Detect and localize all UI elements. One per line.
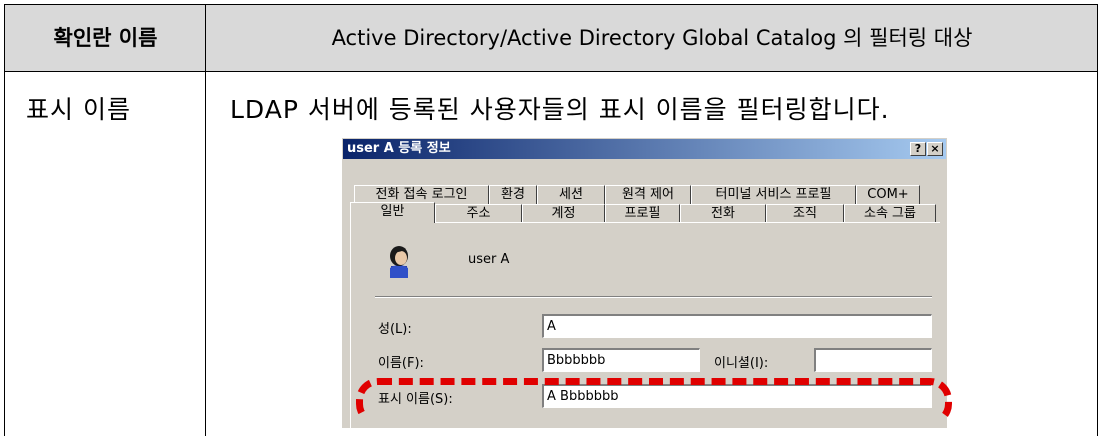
display-name-highlight bbox=[356, 378, 952, 426]
tab-member-of[interactable]: 소속 그룹 bbox=[844, 204, 936, 223]
tab-session[interactable]: 세션 bbox=[537, 185, 605, 204]
user-name: user A bbox=[468, 252, 510, 267]
header-filter-target: Active Directory/Active Directory Global… bbox=[331, 26, 973, 50]
row-description: LDAP 서버에 등록된 사용자들의 표시 이름을 필터링합니다. bbox=[230, 95, 890, 124]
tab-com[interactable]: COM+ bbox=[856, 185, 920, 204]
close-button[interactable]: × bbox=[927, 142, 943, 156]
table-header-row: 확인란 이름 Active Directory/Active Directory… bbox=[4, 4, 1098, 72]
last-name-field[interactable]: A bbox=[542, 314, 932, 338]
help-button[interactable]: ? bbox=[910, 142, 926, 156]
tab-account[interactable]: 계정 bbox=[522, 204, 605, 223]
tab-remote-control[interactable]: 원격 제어 bbox=[605, 185, 691, 204]
tab-profile[interactable]: 프로필 bbox=[605, 204, 680, 223]
table-divider-middle bbox=[205, 4, 206, 436]
first-name-label: 이름(F): bbox=[378, 356, 424, 371]
tab-general[interactable]: 일반 bbox=[350, 202, 435, 223]
separator bbox=[375, 296, 932, 298]
last-name-label: 성(L): bbox=[378, 322, 412, 337]
dialog-title-bar: user A 등록 정보 ? × bbox=[343, 139, 946, 159]
table-divider-right bbox=[1097, 4, 1098, 436]
tab-environment[interactable]: 환경 bbox=[489, 185, 537, 204]
user-icon bbox=[390, 246, 408, 278]
tab-telephones[interactable]: 전화 bbox=[680, 204, 766, 223]
header-checkbox-name: 확인란 이름 bbox=[53, 26, 158, 50]
initials-label: 이니셜(I): bbox=[714, 356, 769, 371]
dialog-title: user A 등록 정보 bbox=[347, 141, 451, 156]
table-divider-left bbox=[4, 4, 5, 436]
initials-field[interactable] bbox=[814, 348, 932, 372]
row-label-display-name: 표시 이름 bbox=[26, 95, 131, 124]
first-name-field[interactable]: Bbbbbbb bbox=[542, 348, 700, 372]
tab-terminal-services[interactable]: 터미널 서비스 프로필 bbox=[691, 185, 856, 204]
tab-organization[interactable]: 조직 bbox=[766, 204, 844, 223]
tab-address[interactable]: 주소 bbox=[435, 204, 522, 223]
